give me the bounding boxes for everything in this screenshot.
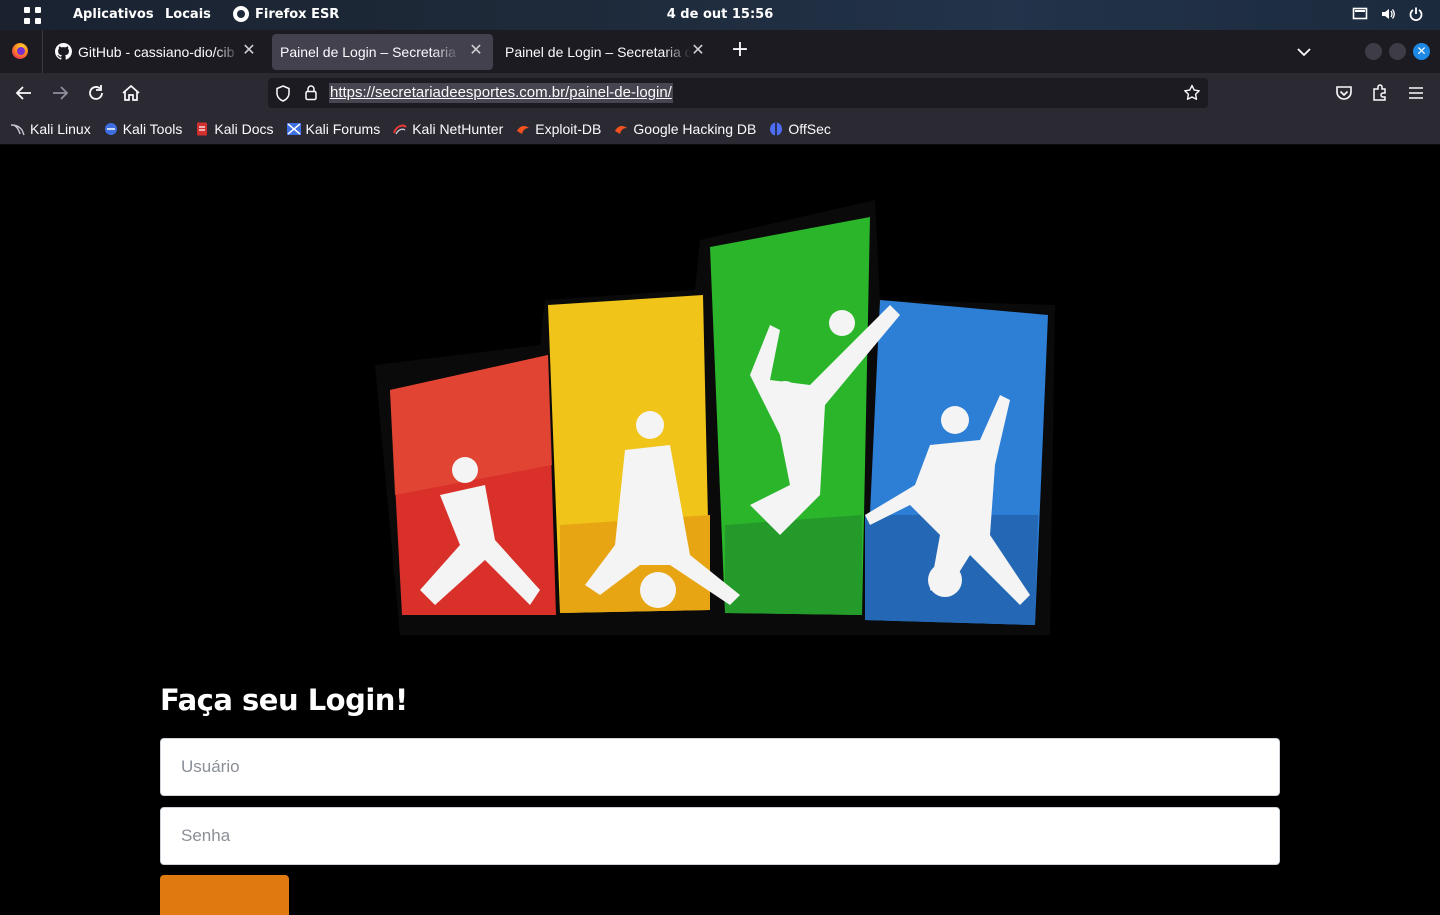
- tab-title: Painel de Login – Secretaria d: [505, 44, 691, 60]
- bookmark-star-icon[interactable]: [1183, 84, 1201, 102]
- tab-github[interactable]: GitHub - cassiano-dio/cib ✕: [48, 34, 266, 70]
- tab-strip-separator: [42, 30, 43, 73]
- bookmark-label: Kali Forums: [305, 120, 381, 137]
- firefox-view-icon[interactable]: [11, 42, 29, 60]
- username-input[interactable]: [160, 738, 1280, 796]
- login-submit-button[interactable]: [160, 875, 289, 915]
- url-text[interactable]: https://secretariadeesportes.com.br/pain…: [329, 83, 673, 103]
- kali-docs-icon: [197, 122, 208, 135]
- sports-secretariat-logo: [375, 200, 1055, 635]
- ghdb-icon: [615, 125, 628, 134]
- kali-tools-icon: [104, 122, 117, 135]
- address-bar[interactable]: https://secretariadeesportes.com.br/pain…: [268, 78, 1208, 108]
- tab-title: Painel de Login – Secretaria d: [280, 44, 460, 60]
- tab-login-2[interactable]: Painel de Login – Secretaria d ✕: [497, 34, 715, 70]
- active-app-label: Firefox ESR: [255, 6, 340, 22]
- pocket-icon[interactable]: [1334, 83, 1354, 103]
- web-page: Faça seu Login!: [0, 145, 1440, 915]
- tab-strip: GitHub - cassiano-dio/cib ✕ Painel de Lo…: [0, 30, 1440, 73]
- firefox-app-icon: [233, 6, 249, 22]
- password-input[interactable]: [160, 807, 1280, 865]
- activities-grid-icon[interactable]: [24, 7, 41, 24]
- tab-close-icon[interactable]: ✕: [689, 42, 707, 60]
- system-tray: [1352, 6, 1424, 22]
- bookmark-kali-forums[interactable]: Kali Forums: [286, 120, 381, 137]
- back-arrow-icon[interactable]: [13, 82, 35, 104]
- bookmark-kali-linux[interactable]: Kali Linux: [10, 121, 91, 137]
- home-icon[interactable]: [120, 82, 142, 104]
- bookmark-label: Kali Docs: [214, 120, 274, 137]
- bookmark-label: Kali Tools: [122, 120, 183, 137]
- bookmark-google-hacking-db[interactable]: Google Hacking DB: [613, 121, 756, 137]
- bookmark-kali-docs[interactable]: Kali Docs: [194, 120, 274, 137]
- bookmark-kali-tools[interactable]: Kali Tools: [103, 120, 183, 137]
- applications-menu[interactable]: Aplicativos: [73, 7, 154, 22]
- tracking-protection-shield-icon[interactable]: [275, 85, 291, 102]
- tab-title: GitHub - cassiano-dio/cib: [78, 44, 235, 60]
- toolbar-right-icons: [1334, 83, 1426, 103]
- bookmarks-toolbar: Kali Linux Kali Tools Kali Docs Kali For…: [0, 113, 1440, 145]
- exploit-db-icon: [517, 125, 530, 134]
- window-close-button[interactable]: ✕: [1413, 43, 1430, 60]
- clock[interactable]: 4 de out 15:56: [667, 7, 774, 22]
- bookmark-kali-nethunter[interactable]: Kali NetHunter: [392, 121, 503, 137]
- window-maximize-button[interactable]: [1389, 43, 1406, 60]
- navigation-toolbar: https://secretariadeesportes.com.br/pain…: [0, 73, 1440, 113]
- bookmark-label: Kali Linux: [30, 120, 91, 137]
- extensions-puzzle-icon[interactable]: [1370, 83, 1390, 103]
- volume-icon[interactable]: [1380, 6, 1396, 22]
- active-app-menu[interactable]: Firefox ESR: [233, 6, 339, 22]
- system-top-panel: Aplicativos Locais Firefox ESR 4 de out …: [0, 0, 1440, 30]
- places-menu[interactable]: Locais: [165, 7, 211, 22]
- lock-icon[interactable]: [304, 84, 318, 101]
- login-heading: Faça seu Login!: [160, 683, 408, 717]
- screen-icon[interactable]: [1352, 6, 1368, 22]
- offsec-icon: [770, 122, 783, 135]
- list-all-tabs-chevron-icon[interactable]: [1294, 42, 1314, 62]
- bookmark-label: Kali NetHunter: [412, 120, 504, 137]
- bookmark-offsec[interactable]: OffSec: [768, 121, 831, 137]
- github-icon: [55, 43, 72, 60]
- tab-close-icon[interactable]: ✕: [467, 42, 485, 60]
- tab-login-active[interactable]: Painel de Login – Secretaria d ✕: [272, 34, 493, 70]
- power-icon[interactable]: [1408, 6, 1424, 22]
- kali-nethunter-icon: [393, 124, 407, 134]
- kali-forums-icon: [286, 122, 301, 135]
- new-tab-plus-icon[interactable]: +: [728, 39, 752, 63]
- tab-close-icon[interactable]: ✕: [240, 42, 258, 60]
- bookmark-label: OffSec: [788, 120, 831, 137]
- bookmark-label: Exploit-DB: [535, 120, 602, 137]
- window-minimize-button[interactable]: [1365, 43, 1382, 60]
- bookmark-label: Google Hacking DB: [633, 120, 757, 137]
- hamburger-menu-icon[interactable]: [1406, 83, 1426, 103]
- reload-icon[interactable]: [85, 82, 107, 104]
- bookmark-exploit-db[interactable]: Exploit-DB: [515, 121, 601, 137]
- kali-dragon-icon: [10, 123, 25, 135]
- forward-arrow-icon[interactable]: [49, 82, 71, 104]
